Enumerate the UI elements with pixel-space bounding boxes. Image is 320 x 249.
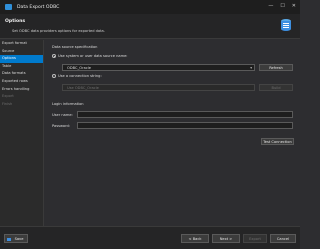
sidebar-item-table[interactable]: Table <box>0 63 43 71</box>
maximize-icon[interactable]: ☐ <box>280 3 284 9</box>
sidebar-item-export: Export <box>2 94 14 99</box>
use-connection-string-radio[interactable]: Use a connection string: <box>52 74 102 78</box>
datasource-section-label: Data source specification <box>52 45 98 49</box>
sidebar-item-finish: Finish <box>2 101 13 106</box>
login-section-label: Login information <box>52 102 84 106</box>
page-title: Options <box>5 19 26 24</box>
connection-string-value: Use ODBC_Oracle <box>67 86 99 90</box>
window-title: Data Export ODBC <box>17 4 60 10</box>
save-label: Save <box>14 237 24 241</box>
title-bar: Data Export ODBC — ☐ ✕ <box>0 0 300 14</box>
sidebar-item-export-format[interactable]: Export format <box>0 40 43 48</box>
save-button[interactable]: Save <box>4 234 28 243</box>
cancel-button[interactable]: Cancel <box>270 234 296 243</box>
password-input[interactable] <box>77 122 293 129</box>
sidebar-item-source[interactable]: Source <box>0 48 43 56</box>
close-icon[interactable]: ✕ <box>292 3 296 9</box>
test-connection-button[interactable]: Test Connection <box>261 138 294 145</box>
wizard-footer: Save < Back Next > Export Cancel <box>0 226 300 249</box>
export-button: Export <box>243 234 267 243</box>
dsn-select-value: ODBC_Oracle <box>67 66 91 70</box>
app-icon <box>5 4 12 10</box>
back-button[interactable]: < Back <box>181 234 209 243</box>
next-button[interactable]: Next > <box>212 234 240 243</box>
wizard-sidebar: Export format Source Options Table Data … <box>0 40 44 226</box>
chevron-down-icon: ▾ <box>250 66 252 70</box>
window-controls: — ☐ ✕ <box>268 3 296 9</box>
database-export-icon <box>281 19 291 31</box>
options-panel: Data source specification Use system or … <box>45 40 300 226</box>
build-button: Build <box>259 84 293 91</box>
save-icon <box>7 237 11 241</box>
sidebar-item-options[interactable]: Options <box>0 55 43 63</box>
page-description: Set ODBC data providers options for expo… <box>12 29 105 33</box>
radio-unchecked-icon[interactable] <box>52 74 56 78</box>
use-dsn-radio[interactable]: Use system or user data source name: <box>52 54 128 58</box>
page-header: Options Set ODBC data providers options … <box>0 14 300 39</box>
user-name-label: User name: <box>52 113 73 117</box>
minimize-icon[interactable]: — <box>268 3 273 9</box>
dsn-select[interactable]: ODBC_Oracle ▾ <box>62 64 255 71</box>
user-name-input[interactable] <box>77 111 293 118</box>
refresh-button[interactable]: Refresh <box>259 64 293 71</box>
sidebar-item-errors-handling[interactable]: Errors handling <box>0 86 43 94</box>
connection-string-field: Use ODBC_Oracle <box>62 84 255 91</box>
sidebar-item-exported-rows[interactable]: Exported rows <box>0 78 43 86</box>
use-dsn-label: Use system or user data source name: <box>58 54 128 58</box>
radio-checked-icon[interactable] <box>52 54 56 58</box>
password-label: Password: <box>52 124 70 128</box>
sidebar-item-data-formats[interactable]: Data formats <box>0 70 43 78</box>
use-connection-string-label: Use a connection string: <box>58 74 102 78</box>
